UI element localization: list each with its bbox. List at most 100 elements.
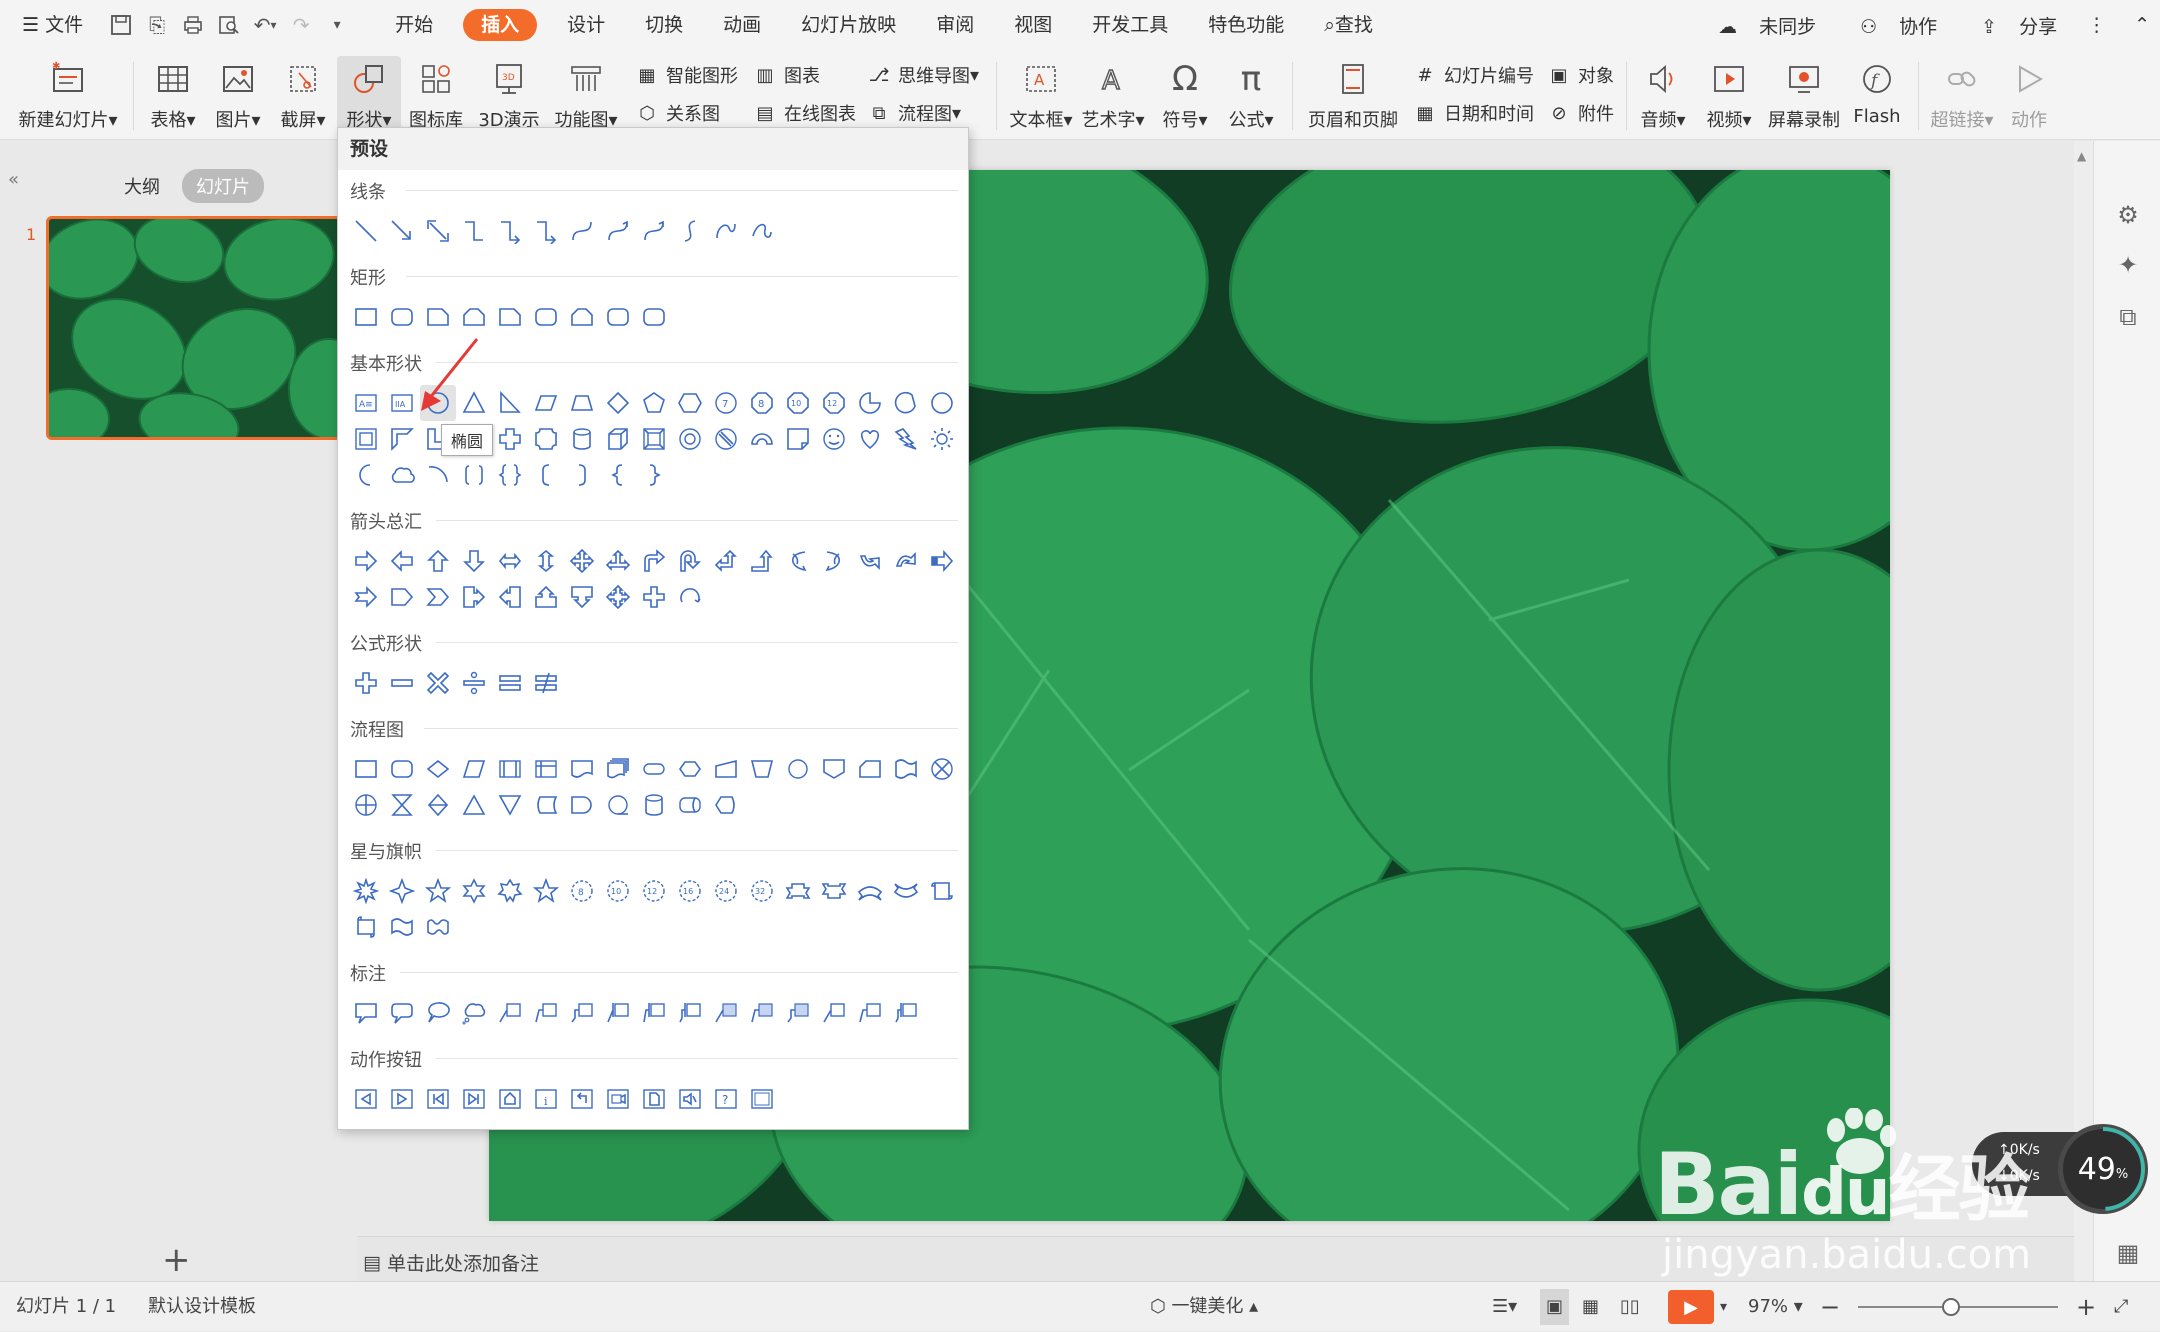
tab-animation[interactable]: 动画 [703,0,781,50]
shape-darrow-icon[interactable] [456,543,492,579]
object-button[interactable]: ▣ 对象 [1546,58,1614,92]
shape-notched-icon[interactable] [348,579,384,615]
shape-ab_help-icon[interactable]: ? [708,1081,744,1117]
shape-fmanualinput-icon[interactable] [708,751,744,787]
shape-elbowarrow-icon[interactable] [528,213,564,249]
shape-uturn-icon[interactable] [672,543,708,579]
shape-chevron-icon[interactable] [420,579,456,615]
shape-bentarrow-icon[interactable] [636,543,672,579]
shape-decagon-icon[interactable]: 10 [780,385,816,421]
shape-teardrop-icon[interactable] [924,385,960,421]
shape-rbracket-icon[interactable] [564,457,600,493]
shape-rect-icon[interactable] [348,751,384,787]
screenshot-button[interactable]: 截屏▾ [272,56,334,140]
header-footer-button[interactable]: 页眉和页脚 [1304,56,1402,140]
customize-toolbar-icon[interactable]: ▾ [319,0,355,50]
shape-heptagon-icon[interactable]: 7 [708,385,744,421]
shape-rrect-icon[interactable] [528,299,564,335]
shape-fterminator-icon[interactable] [636,751,672,787]
shape-lcallout-icon[interactable] [492,579,528,615]
shape-lrarrow-icon[interactable] [492,543,528,579]
shape-pentarrow-icon[interactable] [384,579,420,615]
play-slideshow-button[interactable]: ▶ [1668,1290,1714,1324]
shape-starn10-icon[interactable]: 10 [600,873,636,909]
shape-textbox-icon[interactable]: A≡ [348,385,384,421]
shape-lbracket-icon[interactable] [528,457,564,493]
datetime-button[interactable]: ▦ 日期和时间 [1412,96,1534,130]
shape-curvedl-icon[interactable] [816,543,852,579]
redo-icon[interactable]: ↷ [283,0,319,50]
shape-fsumjunction-icon[interactable] [924,751,960,787]
shape-plus-icon[interactable] [348,665,384,701]
shape-fprep-icon[interactable] [672,751,708,787]
shape-snip2-icon[interactable] [456,299,492,335]
formula-button[interactable]: π 公式▾ [1222,56,1280,140]
shape-octagon-icon[interactable]: 8 [744,385,780,421]
shape-rcallout-icon[interactable] [456,579,492,615]
shape-ab_doc-icon[interactable] [636,1081,672,1117]
shape-pentagon-icon[interactable] [636,385,672,421]
shape-star5-icon[interactable] [528,873,564,909]
screen-record-button[interactable]: 屏幕录制 [1766,56,1842,140]
more-icon[interactable]: ⋮ [2087,14,2106,36]
shape-star5-icon[interactable] [420,873,456,909]
shape-ribbonup-icon[interactable] [780,873,816,909]
shape-cline3-icon[interactable] [564,995,600,1031]
shape-dcallout-icon[interactable] [564,579,600,615]
shape-ccloud-icon[interactable] [456,995,492,1031]
shape-wave-icon[interactable] [384,909,420,945]
shape-rect-icon[interactable] [348,299,384,335]
shape-uarrow-icon[interactable] [420,543,456,579]
shape-nosymbol-icon[interactable] [708,421,744,457]
shape-rbrace-icon[interactable] [636,457,672,493]
shape-lbrace-icon[interactable] [600,457,636,493]
shape-fdata-icon[interactable] [456,751,492,787]
shape-fdocument-icon[interactable] [564,751,600,787]
shape-halfframe-icon[interactable] [384,421,420,457]
shape-for-icon[interactable] [348,787,384,823]
shape-fdelay-icon[interactable] [564,787,600,823]
shape-dbracket-icon[interactable] [456,457,492,493]
shape-cbar1-icon[interactable] [600,995,636,1031]
shape-fdecision-icon[interactable] [420,751,456,787]
shape-star6-icon[interactable] [456,873,492,909]
shape-cline1-icon[interactable] [492,995,528,1031]
shape-quadcallout-icon[interactable] [600,579,636,615]
collapse-panel-icon[interactable]: « [8,169,19,190]
shape-curvearrow-icon[interactable] [600,213,636,249]
tab-transitions[interactable]: 切换 [625,0,703,50]
shape-dodecagon-icon[interactable]: 12 [816,385,852,421]
tab-outline[interactable]: 大纲 [110,169,174,203]
shape-circarrow-icon[interactable] [672,579,708,615]
zoom-in-icon[interactable]: + [2076,1282,2096,1332]
shape-cbar3-icon[interactable] [888,995,924,1031]
tab-home[interactable]: 开始 [375,0,453,50]
shape-dbrace-icon[interactable] [492,457,528,493]
notes-toggle-icon[interactable]: ☰▾ [1492,1282,1517,1332]
undo-icon[interactable]: ↶ ▾ [247,0,283,50]
shape-fmultidoc-icon[interactable] [600,751,636,787]
shape-curvedd-icon[interactable] [888,543,924,579]
collapse-ribbon-icon[interactable]: ⌃ [2134,14,2150,36]
shape-ab_sound-icon[interactable] [672,1081,708,1117]
shape-scurve-icon[interactable] [672,213,708,249]
shape-snip2-icon[interactable] [564,299,600,335]
shape-freeform-icon[interactable] [708,213,744,249]
shape-fpredef-icon[interactable] [492,751,528,787]
share-button[interactable]: ⇪ 分享 [1959,12,2057,39]
shape-fseq-icon[interactable] [600,787,636,823]
tab-view[interactable]: 视图 [994,0,1072,50]
shape-minus-icon[interactable] [384,665,420,701]
shape-crrect-icon[interactable] [384,995,420,1031]
attachment-button[interactable]: ⊘ 附件 [1546,96,1614,130]
shape-ab_fwd-icon[interactable] [384,1081,420,1117]
shape-snip-icon[interactable] [492,299,528,335]
symbol-button[interactable]: Ω 符号▾ [1156,56,1214,140]
shape-fpunched-icon[interactable] [888,751,924,787]
shape-finternal-icon[interactable] [528,751,564,787]
shape-star4-icon[interactable] [384,873,420,909]
shape-curvedu-icon[interactable] [852,543,888,579]
shape-cline1-icon[interactable] [816,995,852,1031]
shape-starn16-icon[interactable]: 16 [672,873,708,909]
shape-dwave-icon[interactable] [420,909,456,945]
